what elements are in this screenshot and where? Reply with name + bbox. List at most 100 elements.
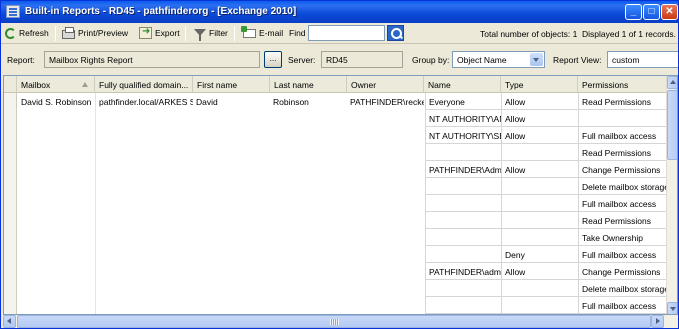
- cell-permission[interactable]: Delete mailbox storage: [578, 280, 666, 297]
- cell-permission[interactable]: Change Permissions: [578, 263, 666, 280]
- cell-permission[interactable]: Read Permissions: [578, 212, 666, 229]
- scroll-up-button[interactable]: [667, 76, 677, 89]
- cell-name[interactable]: [425, 229, 501, 246]
- cell-permission[interactable]: Full mailbox access: [578, 195, 666, 212]
- cell-type[interactable]: [501, 212, 578, 229]
- export-button[interactable]: Export: [139, 25, 180, 41]
- cell-permission[interactable]: Take Ownership: [578, 229, 666, 246]
- email-label: E-mail: [259, 28, 284, 38]
- cell-last-name[interactable]: Robinson: [270, 93, 347, 110]
- sort-ascending-icon: [82, 82, 88, 87]
- cell-type[interactable]: Deny: [501, 246, 578, 263]
- cell-permission[interactable]: Read Permissions: [578, 144, 666, 161]
- vertical-scroll-thumb[interactable]: [667, 90, 677, 160]
- cell-type[interactable]: Allow: [501, 93, 578, 110]
- cell-name[interactable]: [425, 144, 501, 161]
- cell-name[interactable]: [425, 178, 501, 195]
- cell-type[interactable]: [501, 229, 578, 246]
- column-header-label: Mailbox: [21, 80, 51, 90]
- cell-name[interactable]: [425, 246, 501, 263]
- column-header-permissions[interactable]: Permissions: [578, 76, 666, 93]
- cell-type[interactable]: [501, 178, 578, 195]
- scroll-right-button[interactable]: [651, 315, 664, 328]
- find-label: Find: [289, 28, 306, 38]
- cell-permission[interactable]: Read Permissions: [578, 93, 666, 110]
- cell-type[interactable]: [501, 280, 578, 297]
- report-field: Mailbox Rights Report: [44, 51, 260, 68]
- cell-name[interactable]: [425, 195, 501, 212]
- printer-icon: [62, 26, 75, 39]
- filter-label: Filter: [209, 28, 228, 38]
- scroll-left-button[interactable]: [3, 315, 16, 328]
- export-icon: [139, 26, 152, 39]
- column-header-name[interactable]: Name: [424, 76, 501, 93]
- row-header-column: [4, 93, 17, 314]
- cell-first-name[interactable]: David: [193, 93, 270, 110]
- find-search-button[interactable]: [387, 25, 404, 41]
- cell-name[interactable]: [425, 280, 501, 297]
- browse-report-button[interactable]: ...: [264, 51, 282, 68]
- title-bar[interactable]: Built-in Reports - RD45 - pathfinderorg …: [1, 1, 678, 23]
- grid-header: Mailbox Fully qualified domain... First …: [4, 76, 666, 93]
- column-divider: [95, 93, 96, 314]
- cell-type[interactable]: Allow: [501, 110, 578, 127]
- cell-type[interactable]: Allow: [501, 161, 578, 178]
- email-icon: [241, 25, 256, 38]
- cell-fqdn[interactable]: pathfinder.local/ARKES S: [96, 93, 193, 110]
- group-by-select[interactable]: Object Name: [452, 51, 545, 68]
- cell-name[interactable]: Everyone: [425, 93, 501, 110]
- filter-icon: [194, 28, 206, 41]
- cell-name[interactable]: NT AUTHORITY\ANONY: [425, 110, 501, 127]
- close-button[interactable]: ✕: [661, 4, 678, 20]
- server-field: RD45: [321, 51, 403, 68]
- cell-type[interactable]: [501, 195, 578, 212]
- column-header-owner[interactable]: Owner: [347, 76, 424, 93]
- cell-permission[interactable]: Change Permissions: [578, 161, 666, 178]
- refresh-label: Refresh: [19, 28, 49, 38]
- horizontal-scrollbar[interactable]: [3, 315, 678, 328]
- export-label: Export: [155, 28, 180, 38]
- cell-type[interactable]: Allow: [501, 127, 578, 144]
- vertical-scrollbar[interactable]: [666, 76, 677, 314]
- column-header-type[interactable]: Type: [501, 76, 578, 93]
- column-header-first-name[interactable]: First name: [193, 76, 270, 93]
- toolbar-separator: [185, 26, 186, 41]
- maximize-button[interactable]: □: [643, 4, 660, 20]
- group-by-label: Group by:: [412, 55, 450, 65]
- window-title: Built-in Reports - RD45 - pathfinderorg …: [25, 6, 297, 17]
- report-view-field[interactable]: custom: [607, 51, 678, 68]
- total-objects-text: Total number of objects: 1: [480, 29, 578, 39]
- cell-type[interactable]: [501, 144, 578, 161]
- minimize-button[interactable]: _: [625, 4, 642, 20]
- find-input[interactable]: [308, 25, 385, 41]
- filter-button[interactable]: Filter: [194, 25, 228, 41]
- chevron-down-icon[interactable]: [530, 53, 543, 66]
- cell-mailbox[interactable]: David S. Robinson: [18, 93, 95, 110]
- cell-owner[interactable]: PATHFINDER\recker: [347, 93, 424, 110]
- cell-permission[interactable]: Full mailbox access: [578, 297, 666, 314]
- group-by-value: Object Name: [457, 55, 507, 65]
- row-header-corner: [4, 76, 17, 93]
- report-bar: Report: Mailbox Rights Report ... Server…: [1, 45, 678, 74]
- cell-name[interactable]: PATHFINDER\administrator: [425, 263, 501, 280]
- cell-permission[interactable]: Full mailbox access: [578, 246, 666, 263]
- displayed-records-text: Displayed 1 of 1 records.: [582, 29, 677, 39]
- cell-type[interactable]: Allow: [501, 263, 578, 280]
- column-header-fqdn[interactable]: Fully qualified domain...: [95, 76, 193, 93]
- cell-name[interactable]: PATHFINDER\Administrator: [425, 161, 501, 178]
- column-header-mailbox[interactable]: Mailbox: [17, 76, 95, 93]
- email-button[interactable]: E-mail: [241, 25, 284, 41]
- cell-type[interactable]: [501, 297, 578, 314]
- horizontal-scroll-thumb[interactable]: [17, 315, 651, 328]
- cell-name[interactable]: NT AUTHORITY\SELF: [425, 127, 501, 144]
- column-header-last-name[interactable]: Last name: [270, 76, 347, 93]
- cell-name[interactable]: [425, 212, 501, 229]
- refresh-button[interactable]: Refresh: [5, 25, 49, 41]
- cell-permission[interactable]: Full mailbox access: [578, 127, 666, 144]
- scroll-down-button[interactable]: [667, 302, 677, 314]
- print-preview-button[interactable]: Print/Preview: [62, 25, 128, 41]
- cell-permission[interactable]: [578, 110, 666, 127]
- report-view-label: Report View:: [553, 55, 602, 65]
- cell-name[interactable]: [425, 297, 501, 314]
- cell-permission[interactable]: Delete mailbox storage: [578, 178, 666, 195]
